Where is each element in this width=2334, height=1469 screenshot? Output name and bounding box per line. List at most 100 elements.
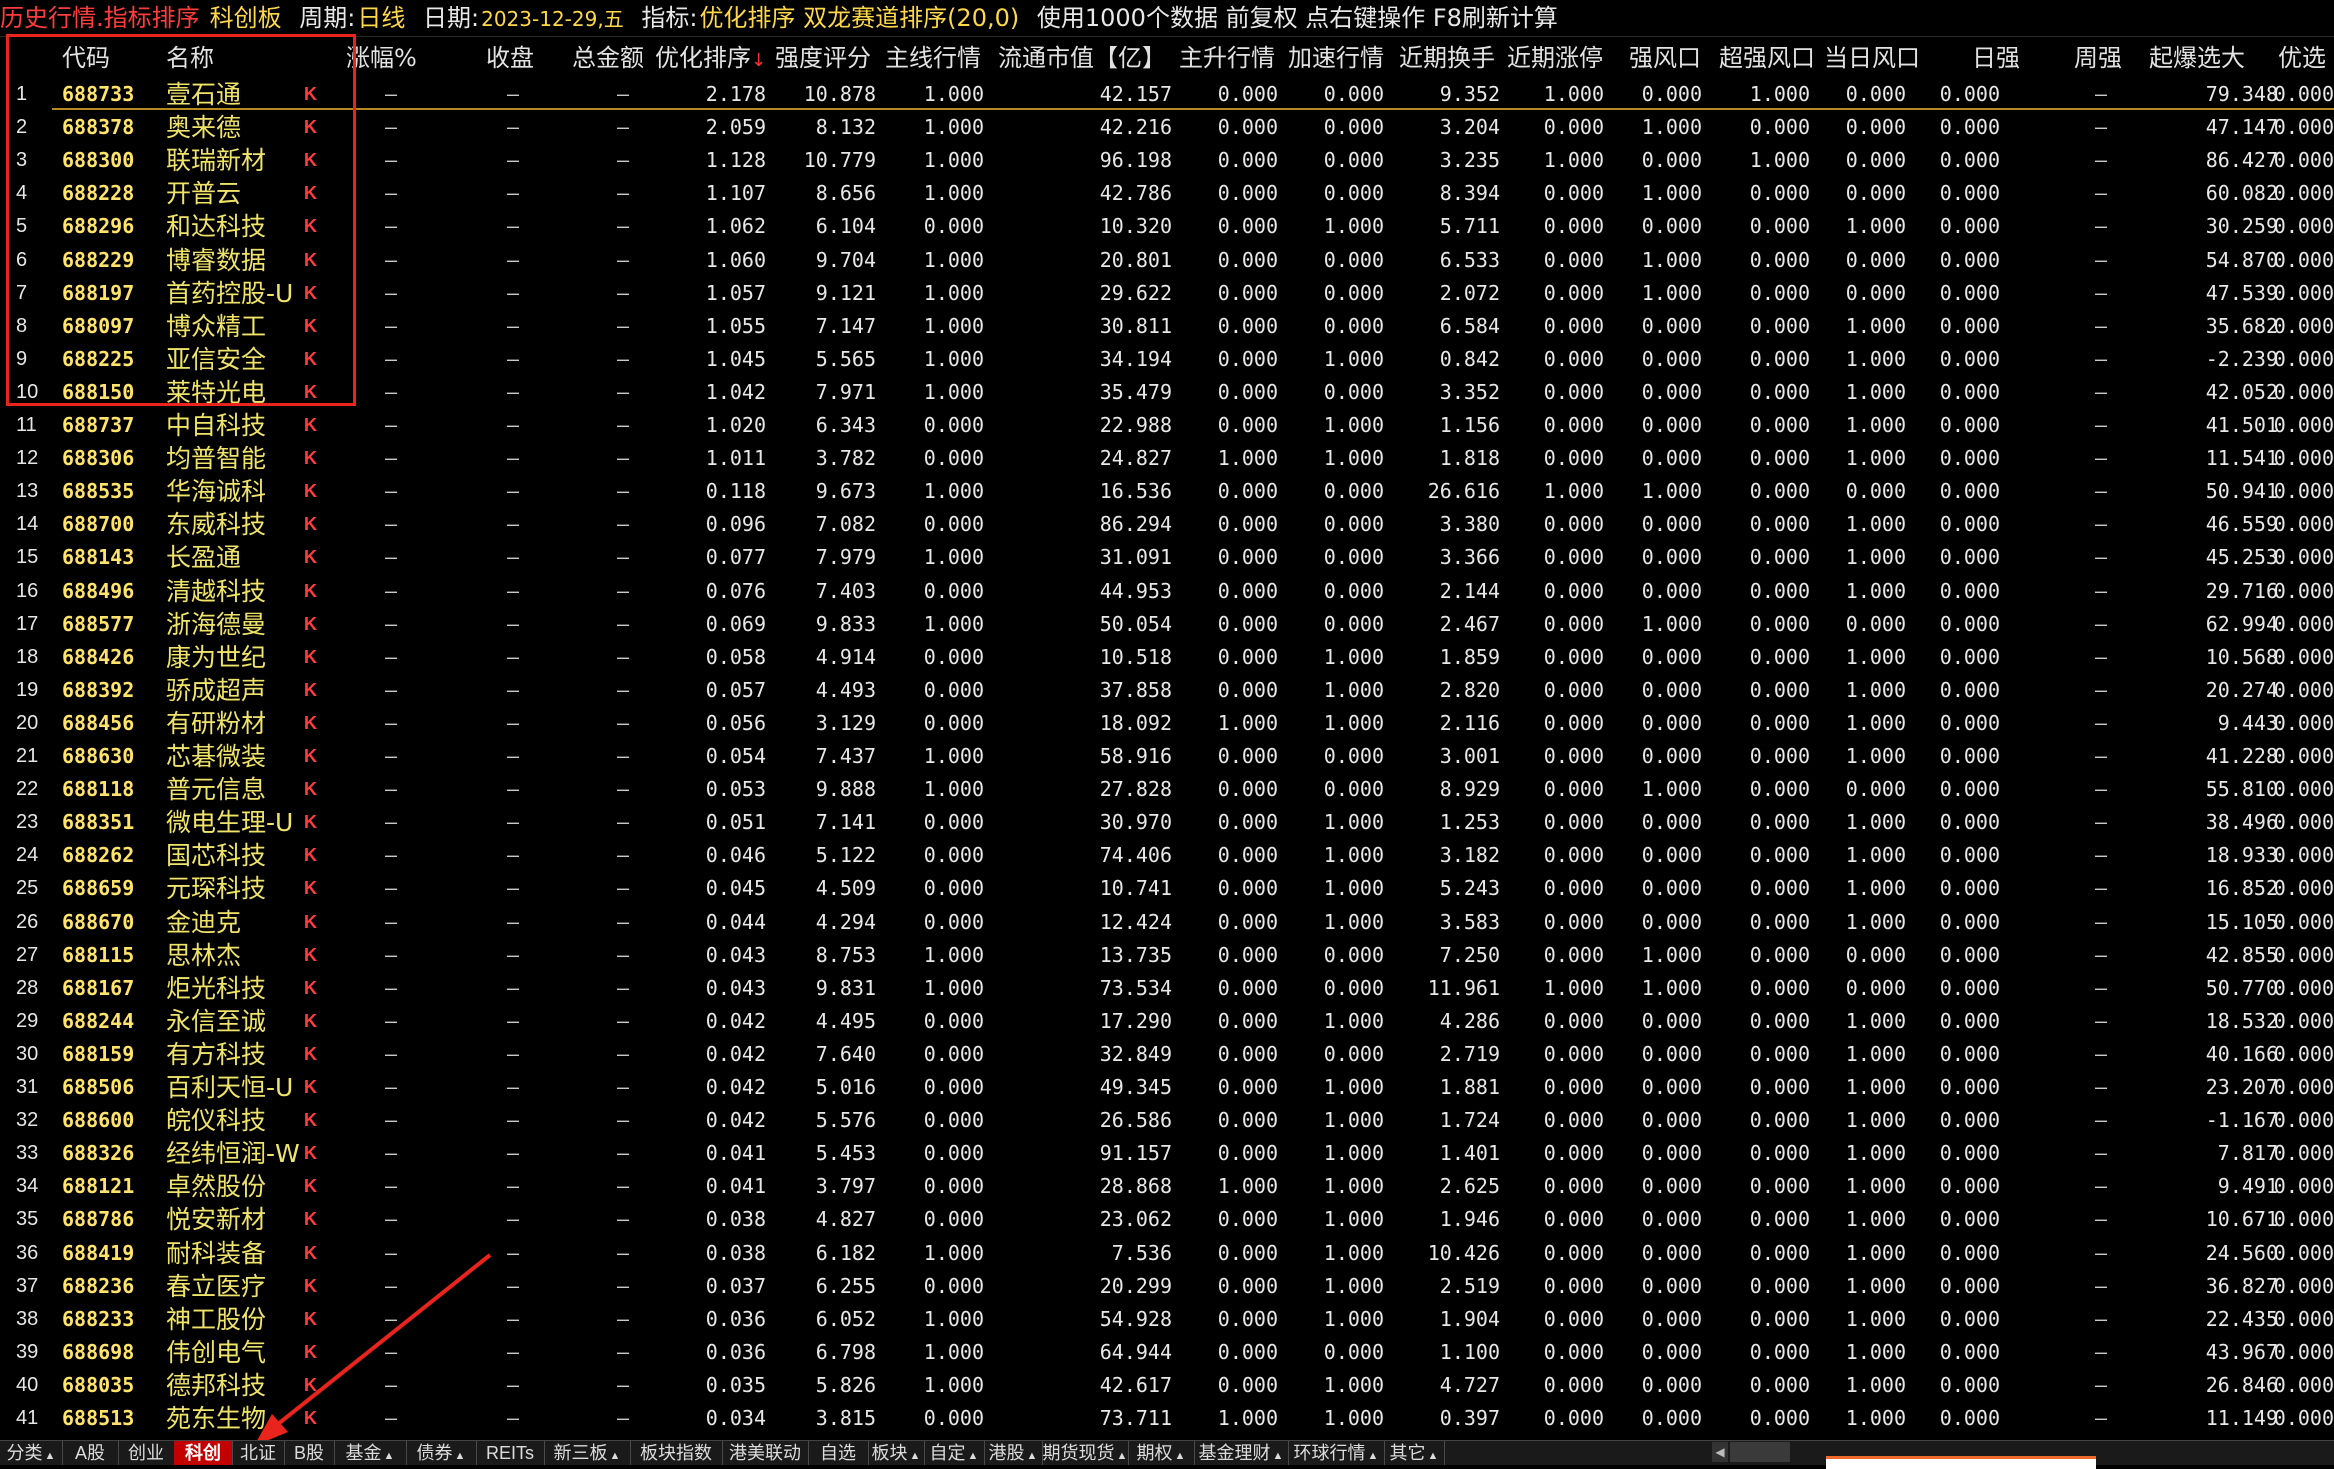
stock-code[interactable]: 688228 bbox=[62, 177, 152, 210]
tab-19[interactable]: 环球行情 ▲ bbox=[1288, 1441, 1385, 1465]
stock-code[interactable]: 688698 bbox=[62, 1336, 152, 1369]
stock-name[interactable]: 华海诚科 bbox=[166, 475, 306, 508]
column-header-name[interactable]: 名称 bbox=[166, 38, 256, 78]
tab-0[interactable]: 分类 ▲ bbox=[0, 1441, 63, 1465]
table-row[interactable]: 11 688737 中自科技 K – – – – 1.020 6.343 0.000 22.988 0.… bbox=[0, 409, 2334, 442]
kline-icon[interactable]: K bbox=[304, 773, 324, 806]
stock-code[interactable]: 688630 bbox=[62, 740, 152, 773]
table-row[interactable]: 14 688700 东威科技 K – – – – 0.096 7.082 0.000 86.294 0.… bbox=[0, 508, 2334, 541]
kline-icon[interactable]: K bbox=[304, 1270, 324, 1303]
table-row[interactable]: 40 688035 德邦科技 K – – – – 0.035 5.826 1.000 42.617 0.… bbox=[0, 1369, 2334, 1402]
stock-code[interactable]: 688121 bbox=[62, 1170, 152, 1203]
kline-icon[interactable]: K bbox=[304, 310, 324, 343]
kline-icon[interactable]: K bbox=[304, 839, 324, 872]
tab-15[interactable]: 港股 ▲ bbox=[984, 1441, 1043, 1465]
stock-name[interactable]: 微电生理-U bbox=[166, 806, 306, 839]
table-row[interactable]: 15 688143 长盈通 K – – – – 0.077 7.979 1.000 31.091 0.0… bbox=[0, 541, 2334, 574]
kline-icon[interactable]: K bbox=[304, 1237, 324, 1270]
stock-name[interactable]: 开普云 bbox=[166, 177, 306, 210]
period-value[interactable]: 日线 bbox=[357, 4, 405, 32]
stock-code[interactable]: 688700 bbox=[62, 508, 152, 541]
stock-name[interactable]: 芯碁微装 bbox=[166, 740, 306, 773]
table-row[interactable]: 28 688167 炬光科技 K – – – – 0.043 9.831 1.000 73.534 0.… bbox=[0, 972, 2334, 1005]
table-row[interactable]: 6 688229 博睿数据 K – – – – 1.060 9.704 1.000 20.801 0.0… bbox=[0, 244, 2334, 277]
indicator-value[interactable]: 优化排序 双龙赛道排序(20,0) bbox=[699, 4, 1019, 32]
table-row[interactable]: 12 688306 均普智能 K – – – – 1.011 3.782 0.000 24.827 1.… bbox=[0, 442, 2334, 475]
kline-icon[interactable]: K bbox=[304, 1402, 324, 1435]
table-row[interactable]: 5 688296 和达科技 K – – – – 1.062 6.104 0.000 10.320 0.0… bbox=[0, 210, 2334, 243]
stock-name[interactable]: 康为世纪 bbox=[166, 641, 306, 674]
table-row[interactable]: 13 688535 华海诚科 K – – – – 0.118 9.673 1.000 16.536 0.… bbox=[0, 475, 2334, 508]
kline-icon[interactable]: K bbox=[304, 872, 324, 905]
kline-icon[interactable]: K bbox=[304, 1303, 324, 1336]
kline-icon[interactable]: K bbox=[304, 111, 324, 144]
stock-code[interactable]: 688378 bbox=[62, 111, 152, 144]
stock-code[interactable]: 688600 bbox=[62, 1104, 152, 1137]
kline-icon[interactable]: K bbox=[304, 1369, 324, 1402]
column-header-code[interactable]: 代码 bbox=[62, 38, 124, 78]
kline-icon[interactable]: K bbox=[304, 939, 324, 972]
stock-name[interactable]: 有研粉材 bbox=[166, 707, 306, 740]
table-row[interactable]: 9 688225 亚信安全 K – – – – 1.045 5.565 1.000 34.194 0.0… bbox=[0, 343, 2334, 376]
column-header-up[interactable]: 主升行情 bbox=[1176, 38, 1278, 78]
column-header-main[interactable]: 主线行情 bbox=[880, 38, 986, 78]
stock-code[interactable]: 688426 bbox=[62, 641, 152, 674]
column-header-amount[interactable]: 总金额 bbox=[568, 38, 648, 78]
stock-code[interactable]: 688225 bbox=[62, 343, 152, 376]
stock-code[interactable]: 688577 bbox=[62, 608, 152, 641]
stock-name[interactable]: 伟创电气 bbox=[166, 1336, 306, 1369]
kline-icon[interactable]: K bbox=[304, 707, 324, 740]
table-row[interactable]: 39 688698 伟创电气 K – – – – 0.036 6.798 1.000 64.944 0.… bbox=[0, 1336, 2334, 1369]
table-row[interactable]: 2 688378 奥来德 K – – – – 2.059 8.132 1.000 42.216 0.00… bbox=[0, 111, 2334, 144]
kline-icon[interactable]: K bbox=[304, 177, 324, 210]
table-row[interactable]: 31 688506 百利天恒-U K – – – – 0.042 5.016 0.000 49.345… bbox=[0, 1071, 2334, 1104]
table-row[interactable]: 3 688300 联瑞新材 K – – – – 1.128 10.779 1.000 96.198 0.… bbox=[0, 144, 2334, 177]
column-header-opt[interactable]: 优化排序↓ bbox=[655, 38, 766, 78]
stock-name[interactable]: 骄成超声 bbox=[166, 674, 306, 707]
date-value[interactable]: 2023-12-29,五 bbox=[481, 7, 624, 31]
tab-20[interactable]: 其它 ▲ bbox=[1384, 1441, 1445, 1465]
table-row[interactable]: 20 688456 有研粉材 K – – – – 0.056 3.129 0.000 18.092 1.… bbox=[0, 707, 2334, 740]
tab-5[interactable]: B股 bbox=[284, 1441, 335, 1465]
table-row[interactable]: 25 688659 元琛科技 K – – – – 0.045 4.509 0.000 10.741 0.… bbox=[0, 872, 2334, 905]
stock-code[interactable]: 688326 bbox=[62, 1137, 152, 1170]
table-row[interactable]: 22 688118 普元信息 K – – – – 0.053 9.888 1.000 27.828 0.… bbox=[0, 773, 2334, 806]
table-row[interactable]: 24 688262 国芯科技 K – – – – 0.046 5.122 0.000 74.406 0.… bbox=[0, 839, 2334, 872]
tab-scrollbar[interactable] bbox=[1730, 1442, 1790, 1462]
stock-code[interactable]: 688143 bbox=[62, 541, 152, 574]
kline-icon[interactable]: K bbox=[304, 541, 324, 574]
kline-icon[interactable]: K bbox=[304, 244, 324, 277]
stock-code[interactable]: 688456 bbox=[62, 707, 152, 740]
kline-icon[interactable]: K bbox=[304, 641, 324, 674]
kline-icon[interactable]: K bbox=[304, 1203, 324, 1236]
stock-name[interactable]: 德邦科技 bbox=[166, 1369, 306, 1402]
table-row[interactable]: 16 688496 清越科技 K – – – – 0.076 7.403 0.000 44.953 0.… bbox=[0, 575, 2334, 608]
stock-name[interactable]: 东威科技 bbox=[166, 508, 306, 541]
column-header-limitup[interactable]: 近期涨停 bbox=[1502, 38, 1608, 78]
table-row[interactable]: 36 688419 耐科装备 K – – – – 0.038 6.182 1.000 7.536 0.0… bbox=[0, 1237, 2334, 1270]
stock-code[interactable]: 688392 bbox=[62, 674, 152, 707]
kline-icon[interactable]: K bbox=[304, 1104, 324, 1137]
stock-code[interactable]: 688351 bbox=[62, 806, 152, 839]
column-header-accel[interactable]: 加速行情 bbox=[1284, 38, 1388, 78]
stock-code[interactable]: 688419 bbox=[62, 1237, 152, 1270]
stock-code[interactable]: 688262 bbox=[62, 839, 152, 872]
stock-name[interactable]: 莱特光电 bbox=[166, 376, 306, 409]
stock-code[interactable]: 688659 bbox=[62, 872, 152, 905]
stock-name[interactable]: 皖仪科技 bbox=[166, 1104, 306, 1137]
stock-name[interactable]: 苑东生物 bbox=[166, 1402, 306, 1435]
tab-6[interactable]: 基金 ▲ bbox=[334, 1441, 407, 1465]
stock-code[interactable]: 688506 bbox=[62, 1071, 152, 1104]
table-row[interactable]: 4 688228 开普云 K – – – – 1.107 8.656 1.000 42.786 0.00… bbox=[0, 177, 2334, 210]
column-header-boom[interactable]: 起爆选大 bbox=[2142, 38, 2252, 78]
stock-name[interactable]: 首药控股-U bbox=[166, 277, 306, 310]
table-row[interactable]: 27 688115 思林杰 K – – – – 0.043 8.753 1.000 13.735 0.0… bbox=[0, 939, 2334, 972]
tab-10[interactable]: 板块指数 bbox=[630, 1441, 723, 1465]
stock-code[interactable]: 688150 bbox=[62, 376, 152, 409]
stock-name[interactable]: 国芯科技 bbox=[166, 839, 306, 872]
kline-icon[interactable]: K bbox=[304, 78, 324, 111]
kline-icon[interactable]: K bbox=[304, 1005, 324, 1038]
kline-icon[interactable]: K bbox=[304, 144, 324, 177]
stock-code[interactable]: 688035 bbox=[62, 1369, 152, 1402]
stock-code[interactable]: 688670 bbox=[62, 906, 152, 939]
